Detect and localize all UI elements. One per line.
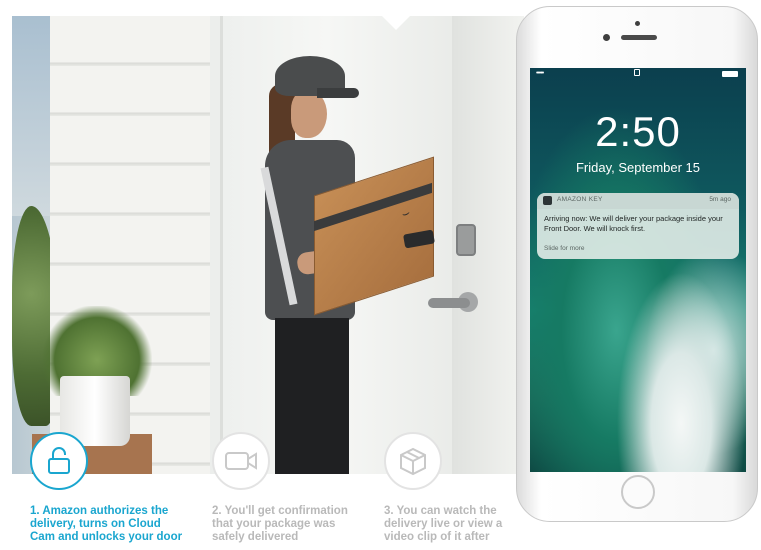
front-sensor xyxy=(635,21,640,26)
earpiece-speaker xyxy=(621,35,657,40)
step-2-icon-circle xyxy=(212,432,270,490)
notification-slide-hint[interactable]: Slide for more xyxy=(544,245,584,252)
notification-card[interactable]: AMAZON KEY 5m ago Arriving now: We will … xyxy=(537,193,739,259)
home-button[interactable] xyxy=(621,475,655,509)
notification-body: Arriving now: We will deliver your packa… xyxy=(544,214,723,233)
package-smile-logo: ⌣ xyxy=(402,204,410,222)
video-camera-icon xyxy=(225,452,257,470)
step-1-text: 1. Amazon authorizes the delivery, turns… xyxy=(30,505,183,543)
front-camera xyxy=(603,34,610,41)
notification-timestamp: 5m ago xyxy=(709,196,731,203)
lock-screen-time: 2:50 xyxy=(595,108,681,155)
padlock-open-icon xyxy=(48,447,70,474)
pointer-notch xyxy=(382,16,410,30)
status-bar: ••••• xyxy=(530,68,746,80)
amazon-key-app-icon xyxy=(543,196,552,205)
iphone: ••••• 2:50 Friday, September 15 AMAZON K… xyxy=(516,6,758,522)
delivery-photo: ⌣ xyxy=(12,16,524,474)
door-handle xyxy=(428,298,470,308)
sky xyxy=(12,16,52,216)
battery-icon xyxy=(722,71,738,77)
courier-pants xyxy=(275,318,349,474)
lock-icon xyxy=(634,69,640,76)
step-1-icon-circle xyxy=(30,432,88,490)
notification-app-name: AMAZON KEY xyxy=(557,196,603,203)
step-3-icon-circle xyxy=(384,432,442,490)
package-box-icon xyxy=(400,447,426,476)
courier-cap-brim xyxy=(317,88,359,98)
step-2-text: 2. You'll get confirmation that your pac… xyxy=(212,505,348,543)
smart-lock xyxy=(456,224,476,256)
lock-screen-date: Friday, September 15 xyxy=(575,160,701,175)
lock-screen[interactable]: ••••• 2:50 Friday, September 15 AMAZON K… xyxy=(530,68,746,472)
signal-icon: ••••• xyxy=(536,70,544,77)
